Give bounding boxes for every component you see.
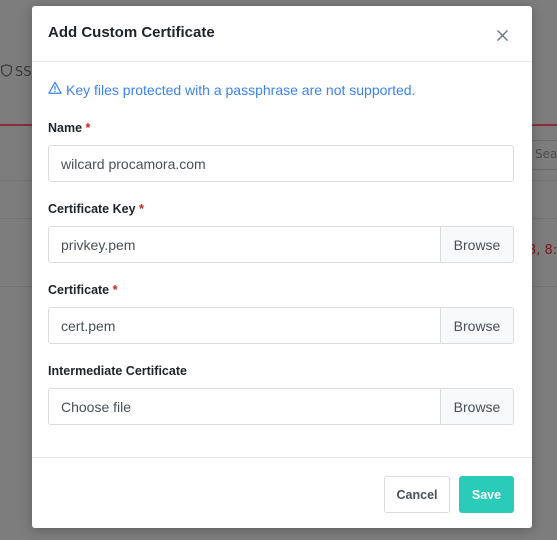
name-label-text: Name — [48, 121, 83, 135]
passphrase-warning: Key files protected with a passphrase ar… — [48, 81, 415, 98]
certificate-key-label-text: Certificate Key — [48, 202, 136, 216]
close-button[interactable] — [488, 21, 516, 49]
background-date-text: 3, 8:5 — [528, 243, 557, 258]
required-mark: * — [85, 121, 91, 135]
certificate-key-file-name[interactable]: privkey.pem — [49, 227, 440, 262]
certificate-label-text: Certificate — [48, 283, 110, 297]
intermediate-certificate-file-input[interactable]: Choose file Browse — [48, 388, 514, 425]
name-input[interactable]: wilcard procamora.com — [48, 145, 514, 182]
certificate-key-browse-button[interactable]: Browse — [440, 227, 513, 262]
intermediate-certificate-file-name[interactable]: Choose file — [49, 389, 440, 424]
certificate-browse-button[interactable]: Browse — [440, 308, 513, 343]
required-mark: * — [139, 202, 144, 216]
warning-triangle-icon — [48, 81, 62, 98]
certificate-key-file-input[interactable]: privkey.pem Browse — [48, 226, 514, 263]
certificate-file-input[interactable]: cert.pem Browse — [48, 307, 514, 344]
close-icon — [496, 26, 508, 45]
warning-text: Key files protected with a passphrase ar… — [66, 81, 416, 98]
save-button[interactable]: Save — [459, 476, 514, 513]
modal-footer: Cancel Save — [32, 457, 532, 528]
intermediate-certificate-browse-button[interactable]: Browse — [440, 389, 513, 424]
add-custom-certificate-dialog: Add Custom Certificate Key files protect… — [32, 6, 532, 528]
certificate-key-label: Certificate Key * — [48, 202, 144, 216]
name-input-value: wilcard procamora.com — [61, 155, 206, 172]
modal-header: Add Custom Certificate — [32, 6, 532, 62]
modal-title: Add Custom Certificate — [48, 24, 215, 41]
required-mark: * — [112, 283, 118, 297]
certificate-label: Certificate * — [48, 283, 118, 297]
intermediate-certificate-label: Intermediate Certificate — [48, 364, 187, 378]
intermediate-certificate-label-text: Intermediate Certificate — [48, 364, 187, 378]
cancel-button[interactable]: Cancel — [384, 476, 450, 513]
shield-icon — [0, 64, 13, 81]
name-label: Name * — [48, 121, 90, 135]
certificate-file-name[interactable]: cert.pem — [49, 308, 440, 343]
